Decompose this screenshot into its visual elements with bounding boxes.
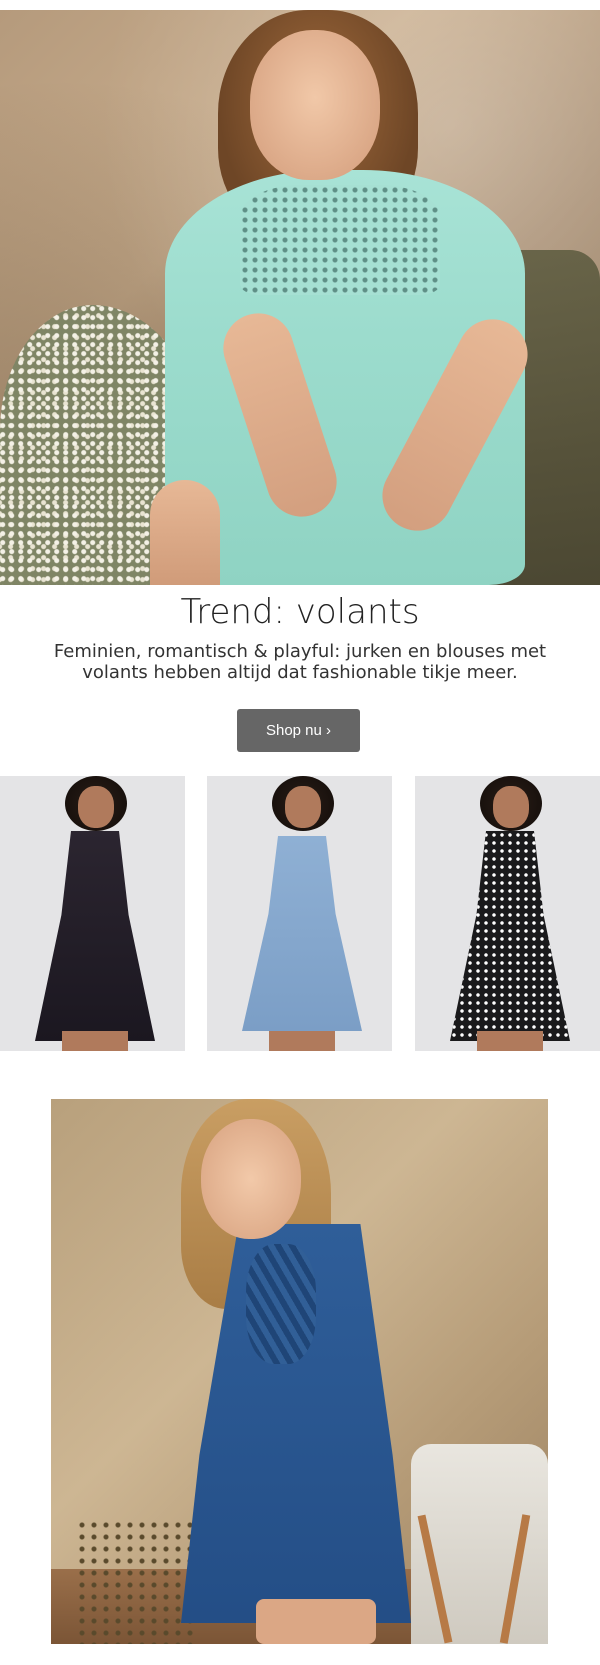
product-model-face: [493, 786, 529, 828]
product-model-legs: [269, 1031, 335, 1051]
hero-model-face: [250, 30, 380, 180]
feature-image[interactable]: [51, 1099, 548, 1644]
feature-model-legs: [256, 1599, 376, 1644]
hero-image[interactable]: [0, 10, 600, 585]
product-model-legs: [62, 1031, 128, 1051]
product-tile-black-dotted-dress[interactable]: [415, 776, 600, 1051]
feature-dress-ruffle: [246, 1244, 316, 1364]
product-model-face: [78, 786, 114, 828]
feature-model-face: [201, 1119, 301, 1239]
shop-now-button[interactable]: Shop nu ›: [237, 709, 360, 752]
product-dress: [450, 831, 570, 1041]
product-dress: [35, 831, 155, 1041]
headline-text: Feminien, romantisch & playful: jurken e…: [53, 641, 547, 683]
product-tile-black-ruffle-dress[interactable]: [0, 776, 185, 1051]
product-model-face: [285, 786, 321, 828]
hero-model-leg: [150, 480, 220, 585]
hero-dress-lace: [240, 185, 440, 295]
feature-dried-plant: [76, 1519, 196, 1644]
product-dress: [242, 836, 362, 1031]
product-model-legs: [477, 1031, 543, 1051]
product-tile-light-blue-dress[interactable]: [207, 776, 392, 1051]
headline-title: Trend: volants: [180, 592, 420, 632]
